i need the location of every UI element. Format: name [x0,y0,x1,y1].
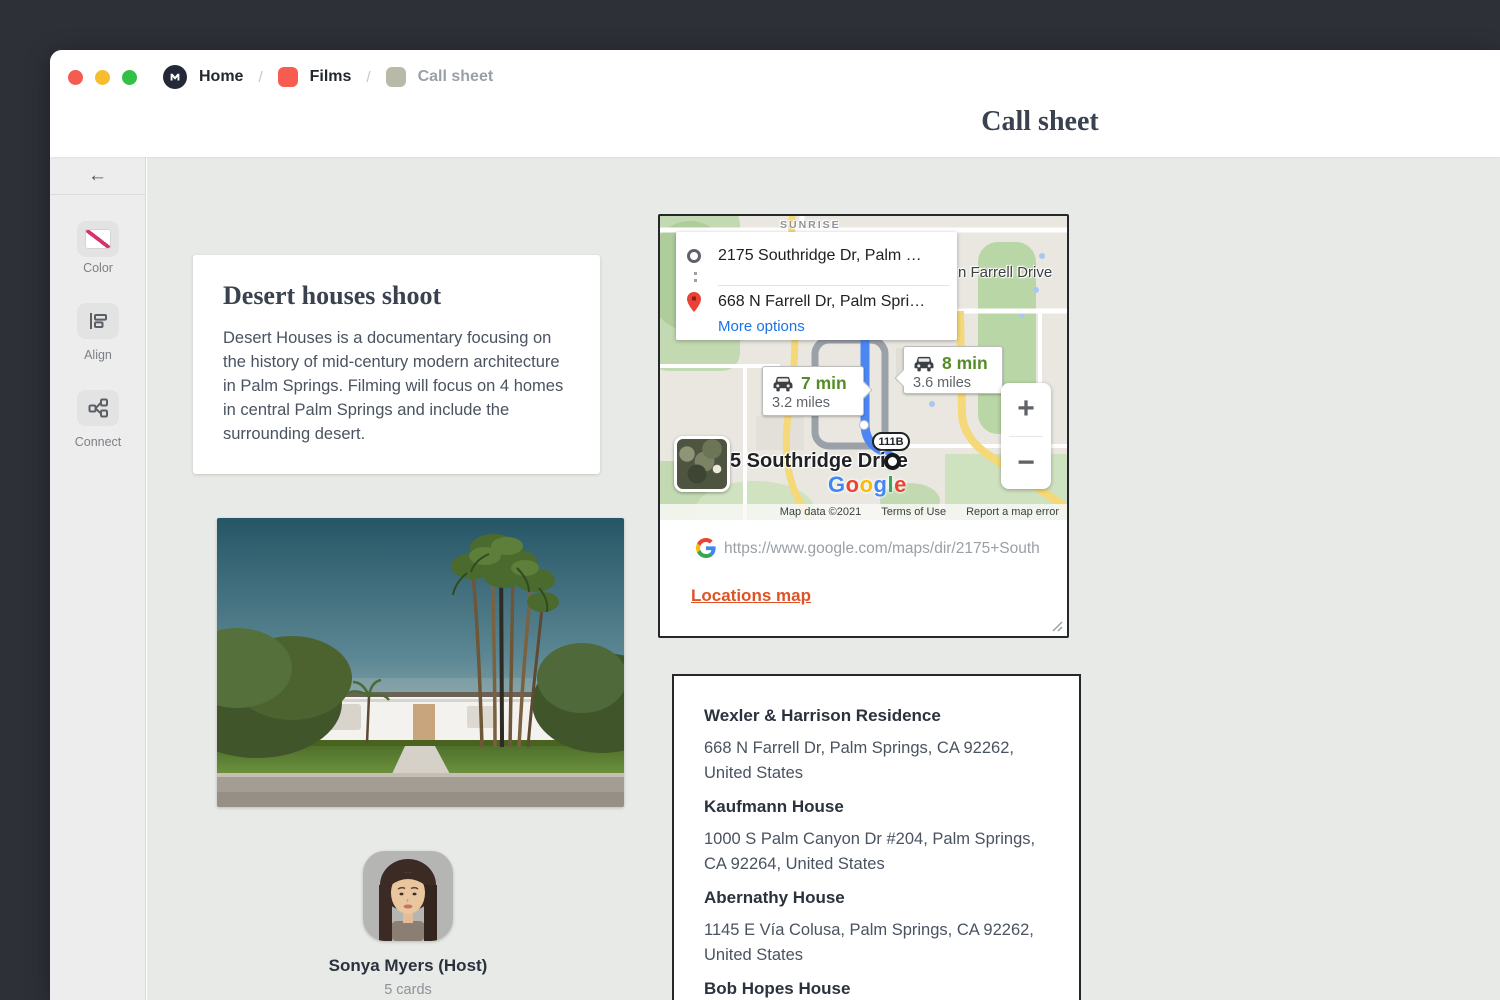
connect-tool-label: Connect [50,435,146,449]
alternate-duration: 8 min [942,353,988,374]
location-address: 1000 S Palm Canyon Dr #204, Palm Springs… [704,827,1049,876]
window-minimize-button[interactable] [95,70,110,85]
map-zoom-control: + − [1001,383,1051,489]
location-address: 668 N Farrell Dr, Palm Springs, CA 92262… [704,736,1049,785]
person-card-count: 5 cards [233,982,583,998]
satellite-view-toggle[interactable] [674,436,730,492]
location-name: Kaufmann House [704,795,1049,819]
breadcrumb-separator: / [258,69,262,86]
toolbar-sidebar: ← Color Align [50,157,146,1000]
origin-marker-icon [687,249,701,263]
google-logo[interactable]: Google [828,472,907,498]
breadcrumb-separator: / [366,69,370,86]
map-card[interactable]: SUNRISE n Farrell Drive 2175 Southridge … [658,214,1069,638]
zoom-out-button[interactable]: − [1001,437,1051,490]
directions-destination: 668 N Farrell Dr, Palm Spri… [718,293,950,311]
more-options-link[interactable]: More options [718,318,805,335]
route-time-primary[interactable]: 7 min 3.2 miles [762,366,864,416]
align-tool-label: Align [50,348,146,362]
location-name: Abernathy House [704,886,1049,910]
directions-panel: 2175 Southridge Dr, Palm … 668 N Farrell… [676,232,957,340]
person-photo-card[interactable] [363,851,453,941]
connect-tool-button[interactable] [77,390,119,426]
align-tool-button[interactable] [77,303,119,339]
person-name: Sonya Myers (Host) [233,956,583,976]
terms-of-use-link[interactable]: Terms of Use [881,506,946,518]
align-icon [86,309,110,333]
note-body: Desert Houses is a documentary focusing … [223,326,570,446]
films-board-icon[interactable] [278,67,298,87]
locations-map-link[interactable]: Locations map [691,586,811,606]
highway-shield-111b: 111B [872,432,910,451]
location-name: Bob Hopes House [704,977,1049,1000]
zoom-in-button[interactable]: + [1001,383,1051,436]
directions-origin: 2175 Southridge Dr, Palm … [718,247,950,265]
note-card-desert-houses[interactable]: Desert houses shoot Desert Houses is a d… [193,255,600,474]
portrait-photo [363,851,453,941]
app-stage: Home / Films / Call sheet Call sheet ← C… [0,0,1500,1000]
primary-distance: 3.2 miles [772,395,830,411]
route-dot-icon [694,272,697,275]
route-dot-icon [694,279,697,282]
window-zoom-button[interactable] [122,70,137,85]
report-map-error-link[interactable]: Report a map error [966,506,1059,518]
window-close-button[interactable] [68,70,83,85]
breadcrumb-home[interactable]: Home [199,68,243,86]
photo-card-palm-springs-house[interactable] [217,518,624,807]
locations-list-card[interactable]: Wexler & Harrison Residence 668 N Farrel… [672,674,1081,1000]
window-header: Home / Films / Call sheet Call sheet [50,50,1500,157]
breadcrumb-films[interactable]: Films [310,68,352,86]
google-g-icon [696,538,716,558]
app-window: Home / Films / Call sheet Call sheet ← C… [50,50,1500,1000]
breadcrumb: Home / Films / Call sheet [68,60,493,94]
location-address: 1145 E Vía Colusa, Palm Springs, CA 9226… [704,918,1049,967]
alternate-distance: 3.6 miles [913,375,971,391]
connect-icon [86,396,110,420]
car-icon [912,355,936,372]
map-data-credit: Map data ©2021 [780,506,862,518]
color-tool-label: Color [50,261,146,275]
page-title: Call sheet [830,106,1250,138]
resize-handle[interactable] [1051,620,1063,632]
location-name: Wexler & Harrison Residence [704,704,1049,728]
color-tool-button[interactable] [77,221,119,257]
color-swatch-icon [85,229,111,249]
back-arrow-icon: ← [88,165,107,187]
directions-divider [718,285,949,286]
breadcrumb-call-sheet[interactable]: Call sheet [418,68,494,86]
primary-duration: 7 min [801,373,847,394]
call-sheet-board-icon[interactable] [386,67,406,87]
street-label-southridge: 5 Southridge Drive [730,450,908,473]
google-map-embed[interactable]: SUNRISE n Farrell Drive 2175 Southridge … [660,216,1067,520]
milanote-logo-icon[interactable] [163,65,187,89]
note-title: Desert houses shoot [223,281,570,311]
palm-house-photo [217,518,624,807]
collapse-sidebar-button[interactable]: ← [50,157,145,195]
car-icon [771,375,795,392]
destination-pin-icon [687,292,701,312]
street-label-sunrise: SUNRISE [780,219,841,231]
map-source-url[interactable]: https://www.google.com/maps/dir/2175+Sou… [724,540,1064,558]
origin-map-marker [884,453,901,470]
map-url-row: https://www.google.com/maps/dir/2175+Sou… [660,520,1067,580]
board-canvas[interactable]: Desert houses shoot Desert Houses is a d… [147,157,1500,1000]
street-label-farrell: n Farrell Drive [958,264,1052,281]
map-attribution: Map data ©2021 Terms of Use Report a map… [660,504,1067,520]
route-time-alternate[interactable]: 8 min 3.6 miles [903,346,1003,394]
